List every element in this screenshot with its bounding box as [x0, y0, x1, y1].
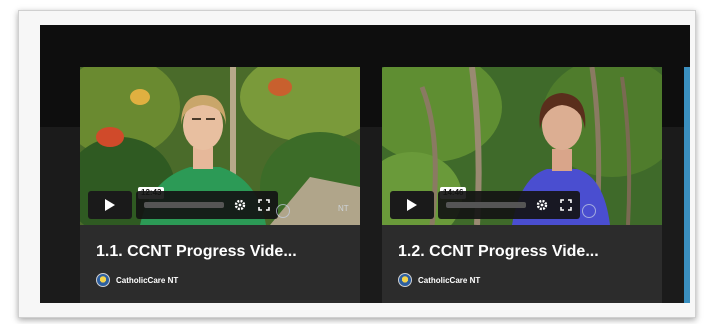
- channel-logo-icon: [96, 273, 110, 287]
- play-icon: [407, 199, 417, 211]
- fullscreen-icon: [560, 199, 572, 211]
- play-button[interactable]: [88, 191, 132, 219]
- control-bar: [136, 191, 278, 219]
- fullscreen-button[interactable]: [558, 197, 574, 213]
- control-bar: [438, 191, 580, 219]
- player-controls: [88, 191, 278, 219]
- play-icon: [105, 199, 115, 211]
- next-video-card-edge[interactable]: [684, 67, 690, 303]
- channel-logo-icon: [398, 273, 412, 287]
- channel-name: CatholicCare NT: [116, 275, 179, 285]
- fullscreen-button[interactable]: [256, 197, 272, 213]
- video-card[interactable]: 14:46: [382, 67, 662, 303]
- fullscreen-icon: [258, 199, 270, 211]
- channel-link[interactable]: CatholicCare NT: [96, 273, 178, 287]
- watermark-text: NT: [338, 204, 349, 213]
- channel-name: CatholicCare NT: [418, 275, 481, 285]
- settings-button[interactable]: [534, 197, 550, 213]
- video-title[interactable]: 1.1. CCNT Progress Vide...: [96, 243, 356, 261]
- gear-icon: [536, 199, 548, 211]
- video-card[interactable]: 12:43: [80, 67, 360, 303]
- gear-icon: [234, 199, 246, 211]
- play-button[interactable]: [390, 191, 434, 219]
- video-gallery: 12:43: [40, 25, 690, 303]
- watermark-logo-icon: [582, 204, 596, 218]
- progress-bar[interactable]: [144, 202, 224, 208]
- player-controls: [390, 191, 580, 219]
- video-title[interactable]: 1.2. CCNT Progress Vide...: [398, 243, 658, 261]
- progress-bar[interactable]: [446, 202, 526, 208]
- watermark-logo-icon: [276, 204, 290, 218]
- settings-button[interactable]: [232, 197, 248, 213]
- channel-link[interactable]: CatholicCare NT: [398, 273, 480, 287]
